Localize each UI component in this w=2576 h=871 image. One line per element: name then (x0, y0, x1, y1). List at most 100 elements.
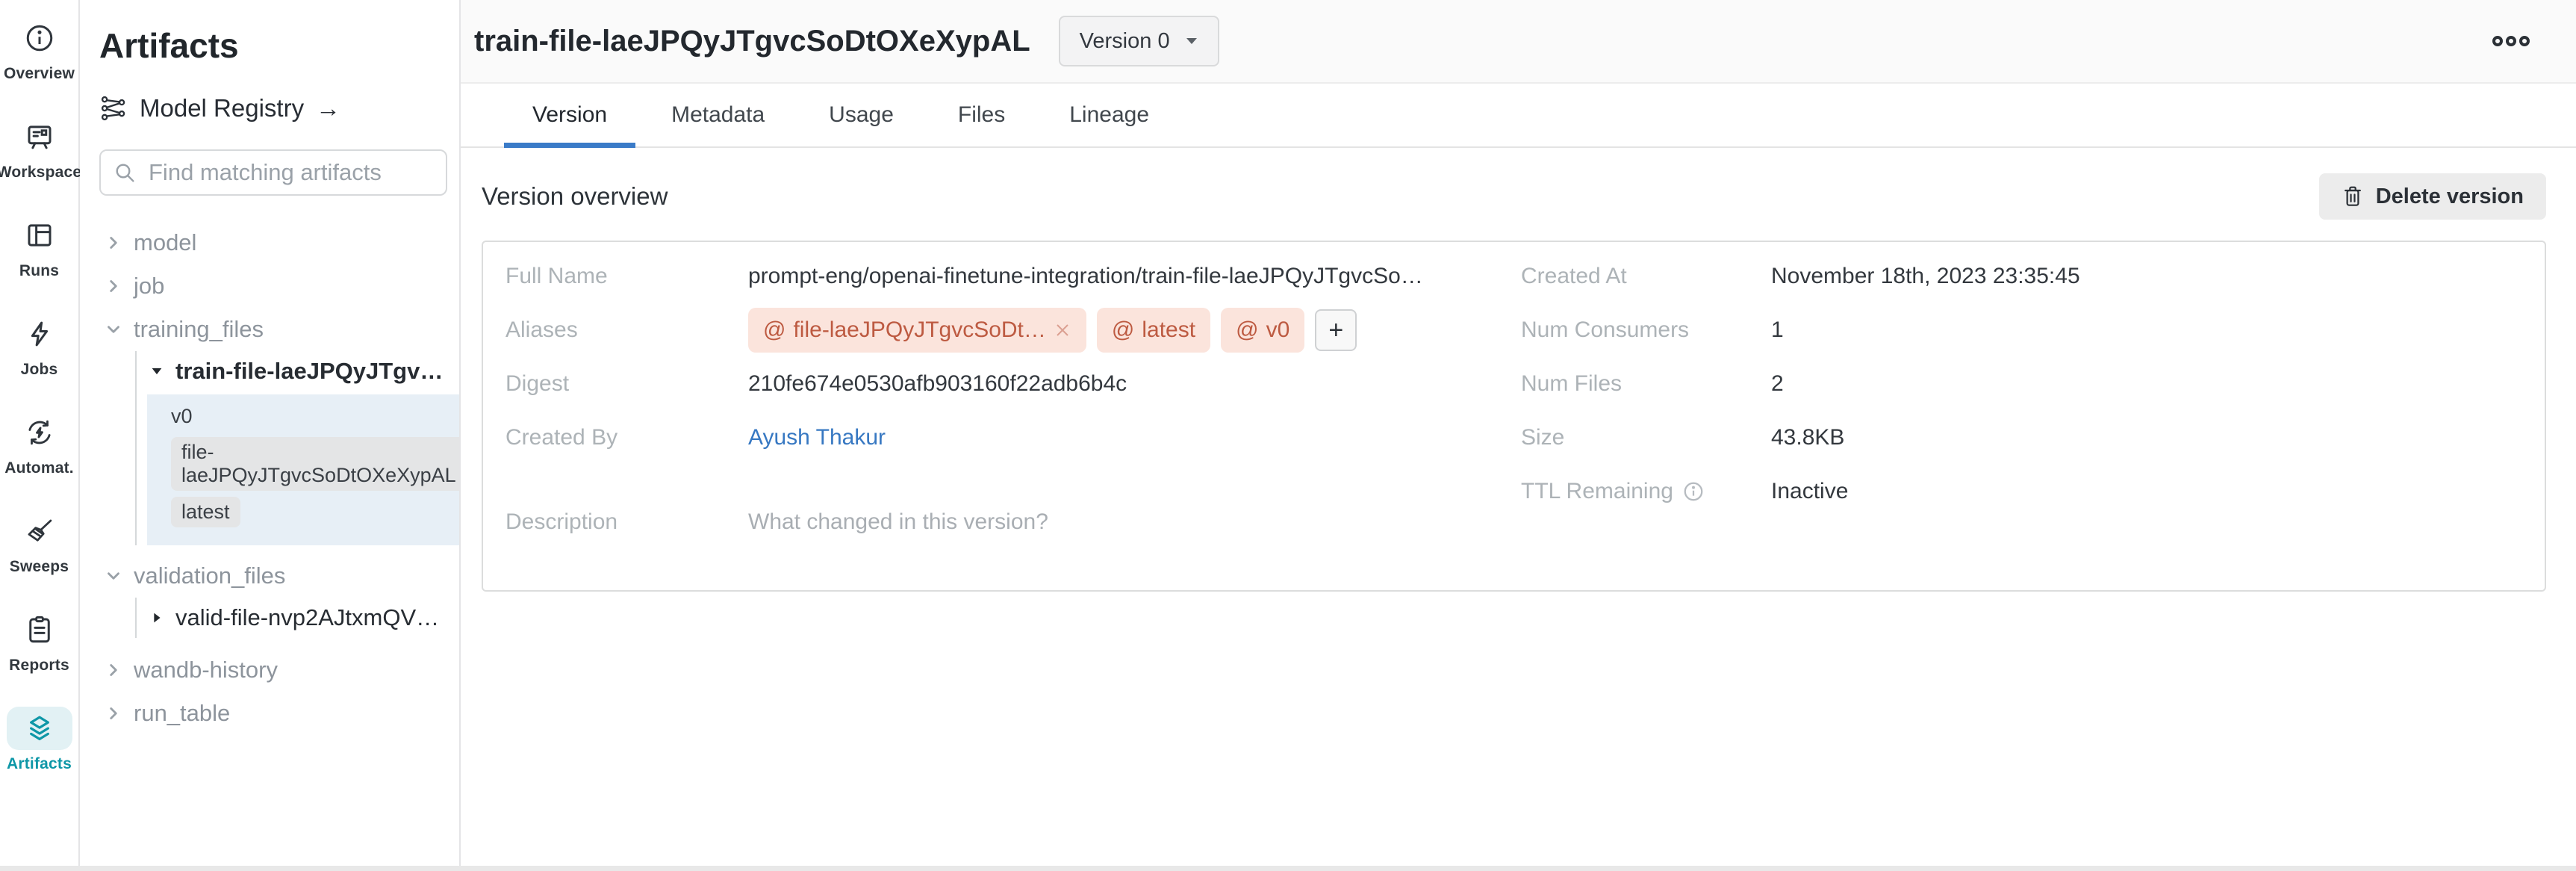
rail-item-runs[interactable]: Runs (0, 214, 78, 312)
clipboard-icon (24, 614, 55, 645)
add-alias-button[interactable]: + (1315, 309, 1357, 351)
table-icon (24, 220, 55, 251)
tree-group-label: run_table (134, 700, 230, 727)
caret-down-icon (1185, 36, 1198, 46)
size-row: Size 43.8KB (1521, 411, 2545, 465)
chevron-right-icon (104, 276, 123, 296)
tree-group-label: job (134, 273, 164, 300)
description-input[interactable]: What changed in this version? (748, 506, 1048, 535)
alias-at-prefix: @ (763, 317, 785, 343)
alias-text: v0 (1266, 317, 1290, 343)
artifact-title: train-file-laeJPQyJTgvcSoDtOXeXypAL (474, 25, 1030, 58)
tree-group-model[interactable]: model (99, 221, 459, 264)
workspace-icon (24, 121, 55, 152)
digest-row: Digest 210fe674e0530afb903160f22adb6b4c (505, 357, 1521, 411)
artifact-tree: model job training_files train-file-laeJ… (99, 221, 459, 735)
tree-group-job[interactable]: job (99, 264, 459, 308)
selected-version-item[interactable]: v0 file-laeJPQyJTgvcSoDtOXeXypAL latest (147, 394, 459, 545)
digest-value: 210fe674e0530afb903160f22adb6b4c (748, 371, 1127, 397)
delete-version-button[interactable]: Delete version (2319, 173, 2546, 220)
artifact-tabs: Version Metadata Usage Files Lineage (461, 84, 2576, 148)
version-overview-card: Full Name prompt-eng/openai-finetune-int… (482, 241, 2546, 592)
alias-chip[interactable]: @ latest (1097, 308, 1210, 353)
created-at-row: Created At November 18th, 2023 23:35:45 (1521, 249, 2545, 303)
created-by-row: Created By Ayush Thakur (505, 411, 1521, 465)
rail-item-automations[interactable]: Automat. (0, 411, 78, 509)
created-at-value: November 18th, 2023 23:35:45 (1771, 264, 2080, 289)
tab-usage[interactable]: Usage (800, 84, 922, 146)
description-label: Description (505, 506, 748, 535)
rail-item-workspace[interactable]: Workspace (0, 115, 78, 214)
tree-artifact-label: train-file-laeJPQyJTgv… (175, 358, 443, 385)
model-registry-link[interactable]: Model Registry → (99, 94, 459, 123)
info-icon (24, 22, 55, 54)
ttl-label: TTL Remaining (1521, 479, 1771, 504)
lightning-icon (24, 318, 55, 350)
chevron-right-icon (104, 660, 123, 680)
model-registry-label: Model Registry (140, 94, 304, 123)
alias-text: latest (1142, 317, 1195, 343)
chevron-right-icon (104, 704, 123, 723)
tree-group-label: wandb-history (134, 657, 278, 684)
alias-chip[interactable]: @ file-laeJPQyJTgvcSoDt… (748, 308, 1086, 353)
section-title: Version overview (482, 182, 668, 211)
tree-group-training-files[interactable]: training_files (99, 308, 459, 351)
tab-label: Usage (829, 102, 894, 128)
tab-label: Lineage (1069, 102, 1149, 128)
created-by-link[interactable]: Ayush Thakur (748, 425, 886, 450)
tab-label: Version (532, 102, 607, 128)
close-icon[interactable] (1054, 321, 1071, 339)
section-header-row: Version overview Delete version (482, 173, 2546, 220)
rail-item-jobs[interactable]: Jobs (0, 312, 78, 411)
ttl-value: Inactive (1771, 479, 1848, 504)
search-input[interactable] (147, 158, 434, 187)
rail-item-sweeps[interactable]: Sweeps (0, 509, 78, 608)
delete-version-label: Delete version (2376, 185, 2524, 209)
tab-files[interactable]: Files (930, 84, 1033, 146)
arrow-right-icon: → (316, 94, 340, 123)
full-name-row: Full Name prompt-eng/openai-finetune-int… (505, 249, 1521, 303)
tree-group-run-table[interactable]: run_table (99, 692, 459, 735)
overview-right-column: Created At November 18th, 2023 23:35:45 … (1521, 249, 2545, 560)
rail-item-label: Jobs (21, 361, 58, 379)
tab-lineage[interactable]: Lineage (1041, 84, 1177, 146)
num-files-row: Num Files 2 (1521, 357, 2545, 411)
size-label: Size (1521, 425, 1771, 450)
alias-chip[interactable]: @ v0 (1221, 308, 1304, 353)
info-icon[interactable] (1682, 480, 1705, 503)
tree-artifact-train-file[interactable]: train-file-laeJPQyJTgv… (137, 351, 459, 391)
version-tag: file-laeJPQyJTgvcSoDtOXeXypAL (171, 437, 461, 491)
trash-icon (2342, 185, 2364, 208)
num-consumers-label: Num Consumers (1521, 317, 1771, 343)
bottom-scrollbar-track[interactable] (0, 866, 2576, 871)
rail-item-artifacts[interactable]: Artifacts (0, 707, 78, 805)
artifact-search[interactable] (99, 149, 447, 196)
rail-item-overview[interactable]: Overview (0, 16, 78, 115)
tree-group-validation-files[interactable]: validation_files (99, 554, 459, 598)
rail-item-label: Sweeps (10, 558, 69, 576)
version-selector-label: Version 0 (1080, 29, 1170, 54)
tree-artifact-label: valid-file-nvp2AJtxmQV… (175, 604, 439, 631)
main-panel: train-file-laeJPQyJTgvcSoDtOXeXypAL Vers… (461, 0, 2576, 871)
layers-icon (24, 713, 55, 744)
ttl-label-text: TTL Remaining (1521, 479, 1673, 504)
tree-group-wandb-history[interactable]: wandb-history (99, 648, 459, 692)
broom-icon (24, 515, 55, 547)
num-files-label: Num Files (1521, 371, 1771, 397)
version-selector[interactable]: Version 0 (1059, 16, 1219, 66)
rail-item-label: Workspace (0, 164, 81, 182)
rail-item-reports[interactable]: Reports (0, 608, 78, 707)
tab-version[interactable]: Version (504, 84, 635, 146)
model-registry-icon (99, 94, 128, 123)
tab-label: Files (958, 102, 1005, 128)
tree-group-label: training_files (134, 316, 264, 343)
size-value: 43.8KB (1771, 425, 1844, 450)
num-consumers-value: 1 (1771, 317, 1784, 343)
tab-metadata[interactable]: Metadata (643, 84, 793, 146)
automations-icon (24, 417, 55, 448)
tree-artifact-valid-file[interactable]: valid-file-nvp2AJtxmQV… (137, 598, 459, 638)
rail-item-label: Artifacts (7, 755, 72, 773)
tree-children-training-files: train-file-laeJPQyJTgv… v0 file-laeJPQyJ… (135, 351, 459, 545)
artifacts-sidebar: Artifacts Model Registry → model job tra… (80, 0, 461, 871)
overflow-menu-button[interactable] (2485, 27, 2537, 55)
